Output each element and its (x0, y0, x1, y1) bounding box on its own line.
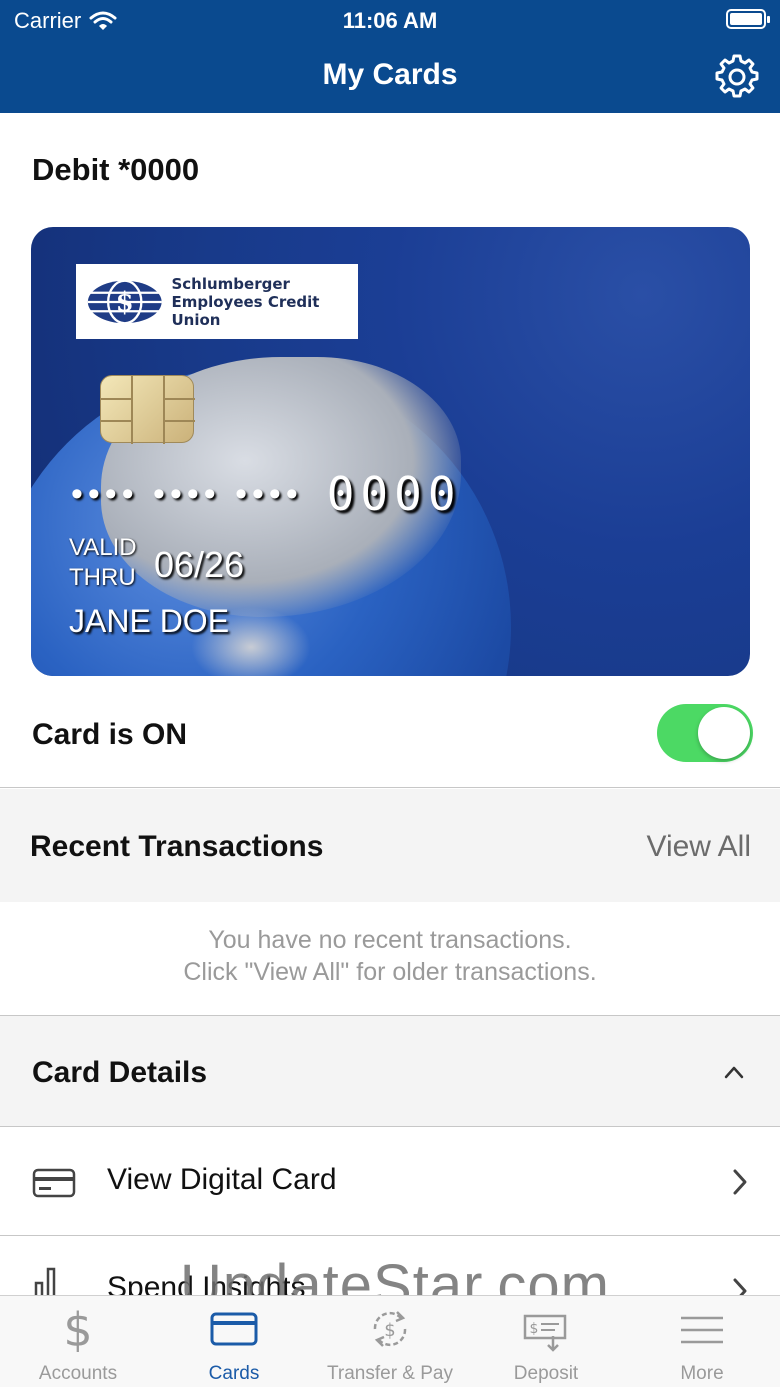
card-last4: 0000 (326, 467, 462, 521)
check-deposit-icon: $ (523, 1314, 567, 1352)
tab-transfer-pay[interactable]: $ Transfer & Pay (312, 1296, 468, 1387)
card-details-header[interactable]: Card Details (0, 1015, 780, 1127)
card-holder-name: JANE DOE (69, 603, 230, 639)
card-label: Debit *0000 (32, 152, 200, 187)
issuer-name-line2: Employees Credit Union (171, 292, 320, 329)
masked-digits: •••• •••• •••• (71, 474, 303, 513)
list-item-view-digital-card[interactable]: View Digital Card (0, 1128, 780, 1236)
status-time: 11:06 AM (342, 8, 438, 33)
issuer-logo: $ Schlumberger Employees Credit Union (76, 264, 358, 339)
section-title: Card Details (32, 1056, 208, 1089)
tab-more[interactable]: More (624, 1296, 780, 1387)
issuer-name-line1: Schlumberger (171, 274, 290, 293)
menu-icon (681, 1316, 723, 1344)
list-item-label: Spend Insights (107, 1271, 306, 1297)
list-item-label: View Digital Card (107, 1163, 337, 1196)
transfer-icon: $ (373, 1311, 407, 1347)
top-bar: Carrier 11:06 AM My Cards (0, 0, 780, 113)
debit-card-image[interactable]: $ Schlumberger Employees Credit Union ••… (31, 227, 750, 676)
list-item-spend-insights[interactable]: Spend Insights (0, 1237, 780, 1297)
view-all-link[interactable]: View All (646, 830, 751, 864)
chevron-up-icon (724, 1066, 744, 1079)
globe-logo-icon: $ (87, 279, 162, 324)
card-expiry: 06/26 (154, 544, 245, 585)
chip-icon (100, 375, 195, 444)
svg-text:$: $ (530, 1321, 539, 1337)
valid-thru-label: VALID THRU (69, 534, 137, 591)
svg-text:$: $ (116, 287, 134, 317)
status-bar: Carrier 11:06 AM (0, 0, 780, 40)
empty-transactions-message: You have no recent transactions. Click "… (183, 926, 597, 986)
battery-icon (726, 9, 770, 29)
credit-card-icon (32, 1168, 76, 1198)
svg-text:$: $ (63, 1306, 92, 1352)
card-status-row: Card is ON (0, 688, 780, 788)
tab-accounts[interactable]: $ Accounts (0, 1296, 156, 1387)
gear-icon[interactable] (712, 52, 762, 102)
chevron-right-icon (733, 1169, 747, 1195)
section-title: Recent Transactions (30, 830, 324, 863)
card-status-label: Card is ON (32, 718, 188, 751)
card-on-toggle[interactable] (657, 704, 753, 762)
tab-bar: $ Accounts Cards $ Transfer & Pay $ Depo… (0, 1295, 780, 1387)
page-title: My Cards (322, 58, 458, 91)
chevron-right-icon (733, 1278, 747, 1297)
svg-text:$: $ (384, 1320, 395, 1341)
dollar-icon: $ (63, 1306, 92, 1352)
credit-card-icon (210, 1312, 258, 1346)
card-number: •••• •••• •••• 0000 (71, 467, 462, 521)
tab-deposit[interactable]: $ Deposit (468, 1296, 624, 1387)
recent-transactions-header: Recent Transactions View All (0, 789, 780, 902)
bar-chart-icon (34, 1267, 56, 1297)
tab-cards[interactable]: Cards (156, 1296, 312, 1387)
